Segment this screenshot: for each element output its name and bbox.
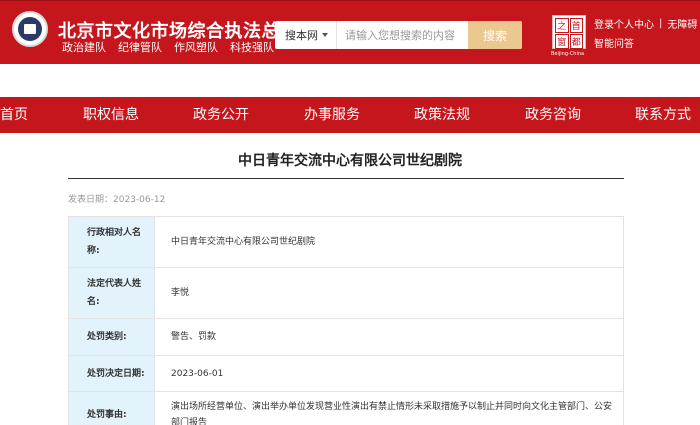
search-box: 搜本网 搜索 <box>275 21 522 49</box>
table-row: 处罚事由: 演出场所经营单位、演出举办单位发现营业性演出有禁止情形未采取措施予以… <box>68 391 624 425</box>
logo-char: 窗 <box>555 34 569 49</box>
row-value: 中日青年交流中心有限公司世纪剧院 <box>154 216 624 268</box>
user-links: 登录个人中心 | 无障碍 <box>594 16 697 31</box>
logo-char: 都 <box>569 34 583 49</box>
row-label: 行政相对人名称: <box>68 216 155 268</box>
row-value: 李悦 <box>154 267 624 319</box>
row-label: 处罚类别: <box>68 318 155 356</box>
nav-item-policies[interactable]: 政策法规 <box>414 97 470 133</box>
site-header: 北京市文化市场综合执法总队 政治建队 纪律管队 作风塑队 科技强队 搜本网 搜索… <box>0 0 700 64</box>
accessibility-link[interactable]: 无障碍 <box>667 16 697 31</box>
nav-item-services[interactable]: 办事服务 <box>304 97 360 133</box>
capital-logo-caption: Beijing-China <box>551 51 585 57</box>
search-scope-label: 搜本网 <box>285 29 318 42</box>
nav-item-authority-info[interactable]: 职权信息 <box>83 97 139 133</box>
table-row: 法定代表人姓名: 李悦 <box>68 267 624 319</box>
link-divider: | <box>659 18 663 29</box>
table-row: 处罚决定日期: 2023-06-01 <box>68 355 624 392</box>
search-input[interactable] <box>337 22 467 48</box>
nav-item-consultation[interactable]: 政务咨询 <box>525 97 581 133</box>
table-row: 处罚类别: 警告、罚款 <box>68 318 624 356</box>
logo-char: 首 <box>569 18 583 33</box>
row-value: 警告、罚款 <box>154 318 624 356</box>
row-value: 2023-06-01 <box>154 355 624 392</box>
row-value: 演出场所经营单位、演出举办单位发现营业性演出有禁止情形未采取措施予以制止并同时向… <box>154 391 624 425</box>
smart-qa-link[interactable]: 智能问答 <box>594 35 634 50</box>
capital-window-logo[interactable]: 之 首 窗 都 <box>552 15 586 49</box>
login-link[interactable]: 登录个人中心 <box>594 16 654 31</box>
slogan: 作风塑队 <box>174 41 218 54</box>
main-nav: 首页 职权信息 政务公开 办事服务 政策法规 政务咨询 联系方式 <box>0 97 700 133</box>
penalty-detail-table: 行政相对人名称: 中日青年交流中心有限公司世纪剧院 法定代表人姓名: 李悦 处罚… <box>68 216 624 425</box>
search-scope-select[interactable]: 搜本网 <box>275 21 337 49</box>
row-label: 处罚决定日期: <box>68 355 155 392</box>
publish-date: 发表日期：2023-06-12 <box>68 195 166 205</box>
search-button[interactable]: 搜索 <box>468 21 522 49</box>
slogan: 政治建队 <box>62 41 106 54</box>
row-label: 法定代表人姓名: <box>68 267 155 319</box>
nav-item-contact[interactable]: 联系方式 <box>635 97 691 133</box>
slogans: 政治建队 纪律管队 作风塑队 科技强队 <box>62 39 274 55</box>
logo-char: 之 <box>555 18 569 33</box>
slogan: 纪律管队 <box>118 41 162 54</box>
slogan: 科技强队 <box>230 41 274 54</box>
emblem-icon <box>18 17 42 41</box>
nav-item-home[interactable]: 首页 <box>0 97 28 133</box>
emblem-logo[interactable] <box>12 11 48 47</box>
chevron-down-icon <box>322 33 328 37</box>
title-divider <box>68 178 624 179</box>
page-title: 中日青年交流中心有限公司世纪剧院 <box>238 153 462 169</box>
row-label: 处罚事由: <box>68 391 155 425</box>
nav-item-gov-disclosure[interactable]: 政务公开 <box>193 97 249 133</box>
table-row: 行政相对人名称: 中日青年交流中心有限公司世纪剧院 <box>68 216 624 268</box>
